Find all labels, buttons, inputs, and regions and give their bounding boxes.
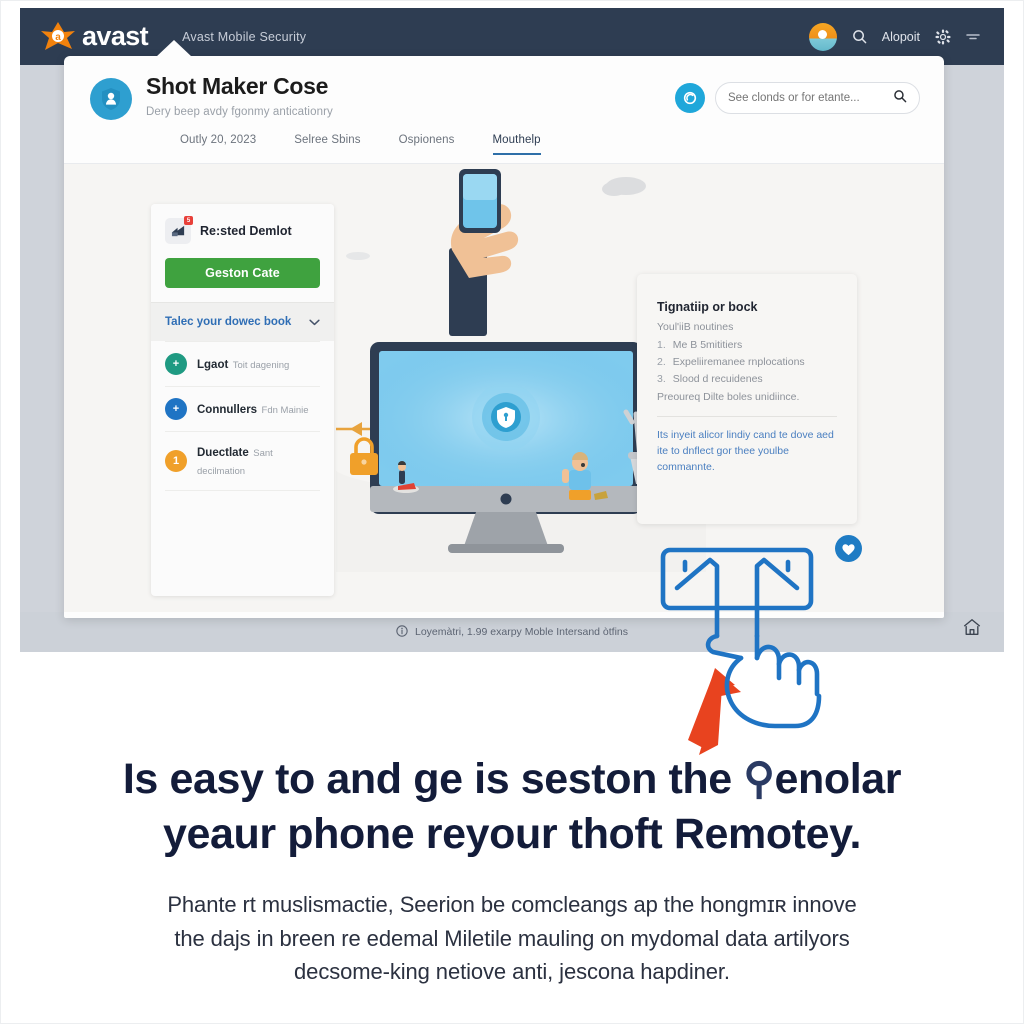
header-account-label[interactable]: Alopoit — [882, 30, 920, 44]
search-input[interactable] — [728, 92, 893, 104]
tab-date[interactable]: Outly 20, 2023 — [180, 134, 256, 155]
page-root: a avast Avast Mobile Security Alopoit Sh… — [0, 0, 1024, 1024]
list-item[interactable]: 1 Duectlate Sant decilmation — [165, 432, 320, 491]
info-icon — [396, 624, 408, 640]
browser-window: a avast Avast Mobile Security Alopoit Sh… — [20, 8, 1004, 652]
notification-badge: 5 — [184, 216, 193, 225]
list-item: 1. Me B 5mititiers — [657, 339, 837, 351]
browser-footer: Loyemàtri, 1.99 exarpy Moble Intersand ò… — [20, 612, 1004, 652]
body-line-1: Phante rt muslismactie, Seerion be comcl… — [167, 892, 857, 918]
list-item: 3. Slood d recuidenes — [657, 373, 837, 385]
body-copy: Phante rt muslismactie, Seerion be comcl… — [58, 888, 966, 988]
card-header: Shot Maker Cose Dery beep avdy fgonmy an… — [64, 56, 944, 130]
list-item-text: Me B 5mititiers — [672, 339, 743, 351]
plus-icon: + — [165, 353, 187, 375]
search-box[interactable] — [715, 82, 920, 114]
search-icon[interactable] — [852, 29, 867, 44]
left-panel-app-row: 5 Re:sted Demlot — [165, 216, 320, 244]
card-avatar-icon — [90, 78, 132, 120]
collapsible-link-label: Talec your dowec book — [165, 316, 292, 328]
assistant-orb-icon[interactable] — [675, 83, 705, 113]
avast-wordmark: avast — [82, 21, 149, 51]
footer-text: Loyemàtri, 1.99 exarpy Moble Intersand ò… — [414, 626, 629, 638]
list-item[interactable]: + Connullers Fdn Mainie — [165, 387, 320, 432]
app-name-label: Avast Mobile Security — [182, 29, 307, 44]
tab-screens[interactable]: Selree Sbins — [294, 134, 360, 155]
card-title-group: Shot Maker Cose Dery beep avdy fgonmy an… — [146, 73, 333, 119]
body-line-3: decsome-king netiove anti, jescona hapdi… — [294, 958, 730, 984]
screenshot-region: a avast Avast Mobile Security Alopoit Sh… — [0, 0, 1024, 660]
list-item: 2. Expeliiremanee rnplocations — [657, 356, 837, 368]
left-panel-top: 5 Re:sted Demlot Geston Cate — [151, 204, 334, 302]
list-item-sub: Fdn Mainie — [261, 405, 309, 416]
bottom-text-block: Is easy to and ge is seston the ⚲enolar … — [0, 660, 1024, 1024]
card-search-group — [675, 82, 920, 114]
right-panel-list: 1. Me B 5mititiers 2. Expeliiremanee rnp… — [657, 339, 837, 385]
avast-logo-icon: a — [40, 21, 76, 53]
page-title: Shot Maker Cose — [146, 73, 329, 99]
list-item-title: Lgaot — [197, 359, 229, 371]
card-tabs: Outly 20, 2023 Selree Sbins Ospionens Mo… — [64, 130, 944, 164]
list-item-text: Lgaot Toit dagening — [197, 355, 289, 373]
right-panel-after-text: Preoureq Dilte boles unidiince. — [657, 391, 800, 403]
gear-icon[interactable] — [935, 28, 951, 45]
headline-line-1-end: enolar — [774, 755, 902, 803]
right-panel: Tignatiip or bock Youl'iiB noutines 1. M… — [637, 274, 857, 524]
search-submit-icon[interactable] — [893, 89, 907, 108]
divider — [657, 416, 837, 417]
tab-help[interactable]: Mouthelp — [492, 134, 541, 155]
headline-line-1: Is easy to and ge is seston the — [122, 755, 744, 803]
footer-text-group: Loyemàtri, 1.99 exarpy Moble Intersand ò… — [396, 624, 629, 640]
list-item-title: Connullers — [197, 404, 258, 416]
left-panel-list: + Lgaot Toit dagening + Connullers Fdn M… — [151, 341, 334, 491]
avast-logo[interactable]: a avast — [40, 21, 149, 53]
list-item-number: 1. — [657, 339, 666, 351]
heart-badge-icon — [835, 535, 862, 562]
chevron-down-icon[interactable] — [966, 32, 980, 42]
card-body: 5 Re:sted Demlot Geston Cate Talec your … — [64, 164, 944, 612]
left-panel: 5 Re:sted Demlot Geston Cate Talec your … — [151, 204, 334, 596]
right-panel-lead: Youl'iiB noutines — [657, 321, 734, 333]
chevron-down-icon[interactable] — [309, 313, 320, 331]
headline-line-2: yeaur phone reyour thoft Remotey. — [162, 810, 861, 859]
primary-cta-button[interactable]: Geston Cate — [165, 258, 320, 288]
list-item-number: 3. — [657, 373, 666, 385]
number-badge-icon: 1 — [165, 450, 187, 472]
app-card: Shot Maker Cose Dery beep avdy fgonmy an… — [64, 56, 944, 618]
tab-options[interactable]: Ospionens — [399, 134, 455, 155]
svg-text:a: a — [55, 32, 61, 43]
headline: Is easy to and ge is seston the ⚲enolar … — [58, 752, 966, 862]
right-panel-title: Tignatiip or bock — [657, 300, 758, 314]
page-subtitle: Dery beep avdy fgonmy anticationry — [146, 106, 333, 119]
list-item-sub: Toit dagening — [232, 360, 290, 371]
list-item-number: 2. — [657, 356, 666, 368]
list-item-text: Duectlate Sant decilmation — [197, 443, 320, 479]
list-item-text: Connullers Fdn Mainie — [197, 400, 309, 418]
plus-icon: + — [165, 398, 187, 420]
header-right-group: Alopoit — [808, 22, 980, 51]
collapsible-link-row[interactable]: Talec your dowec book — [151, 302, 334, 341]
home-icon[interactable] — [962, 617, 982, 642]
body-line-2: the dajs in breen re edemal Miletile mau… — [174, 925, 850, 951]
list-item-text: Slood d recuidenes — [672, 373, 763, 385]
list-item-text: Expeliiremanee rnplocations — [672, 356, 805, 368]
headline-glyph-icon: ⚲ — [743, 755, 775, 803]
list-item-title: Duectlate — [197, 447, 249, 459]
user-avatar[interactable] — [808, 22, 837, 51]
list-item[interactable]: + Lgaot Toit dagening — [165, 341, 320, 387]
right-panel-blue-text: Its inyeit alicor lindiy cand te dove ae… — [657, 429, 834, 473]
left-panel-app-name: Re:sted Demlot — [200, 224, 292, 238]
app-tile-icon: 5 — [165, 216, 193, 244]
card-notch — [156, 40, 192, 57]
